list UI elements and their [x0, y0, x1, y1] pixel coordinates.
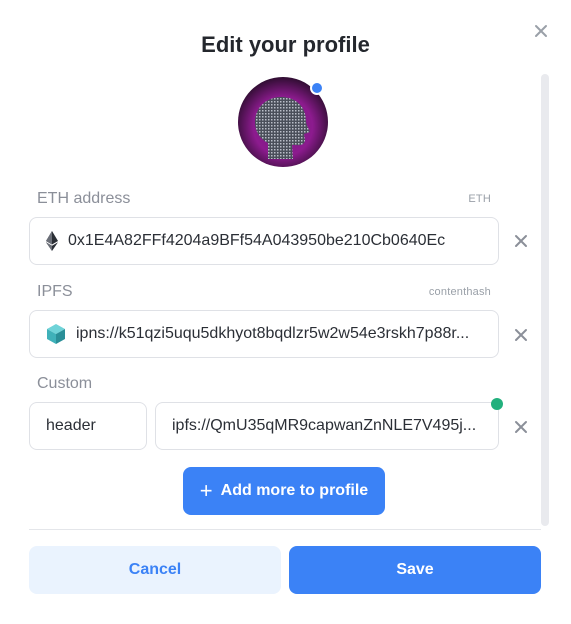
contenthash-hint: contenthash	[428, 286, 491, 298]
edit-profile-dialog: Edit your profile ETH address ETH 0x1E4A…	[0, 0, 571, 624]
avatar[interactable]	[238, 77, 330, 169]
plus-icon: +	[199, 478, 213, 503]
ethereum-icon	[46, 231, 58, 251]
scrollbar-thumb[interactable]	[542, 76, 548, 524]
custom-key-value: header	[46, 417, 96, 434]
remove-eth-icon[interactable]	[513, 233, 529, 249]
eth-address-field[interactable]: 0x1E4A82FFf4204a9BFf54A043950be210Cb0640…	[29, 217, 499, 265]
eth-hint: ETH	[468, 193, 491, 205]
eth-address-value: 0x1E4A82FFf4204a9BFf54A043950be210Cb0640…	[68, 232, 446, 249]
remove-ipfs-icon[interactable]	[513, 327, 529, 343]
custom-label: Custom	[37, 375, 93, 392]
eth-address-label: ETH address	[37, 190, 131, 207]
ipfs-cube-icon	[46, 323, 66, 345]
avatar-status-dot	[310, 81, 324, 95]
custom-key-field[interactable]: header	[29, 402, 147, 450]
custom-status-dot	[491, 398, 503, 410]
ipfs-field[interactable]: ipns://k51qzi5uqu5dkhyot8bqdlzr5w2w54e3r…	[29, 310, 499, 358]
add-more-button[interactable]: + Add more to profile	[183, 467, 385, 515]
footer-divider	[29, 529, 541, 530]
save-button[interactable]: Save	[289, 546, 541, 594]
cancel-button[interactable]: Cancel	[29, 546, 281, 594]
dialog-title: Edit your profile	[201, 32, 370, 57]
add-more-label: Add more to profile	[220, 482, 369, 499]
custom-value-field[interactable]: ipfs://QmU35qMR9capwanZnNLE7V495j...	[155, 402, 499, 450]
custom-value: ipfs://QmU35qMR9capwanZnNLE7V495j...	[172, 417, 477, 434]
ipfs-label: IPFS	[37, 283, 73, 300]
ipfs-value: ipns://k51qzi5uqu5dkhyot8bqdlzr5w2w54e3r…	[76, 325, 470, 342]
remove-custom-icon[interactable]	[513, 419, 529, 435]
